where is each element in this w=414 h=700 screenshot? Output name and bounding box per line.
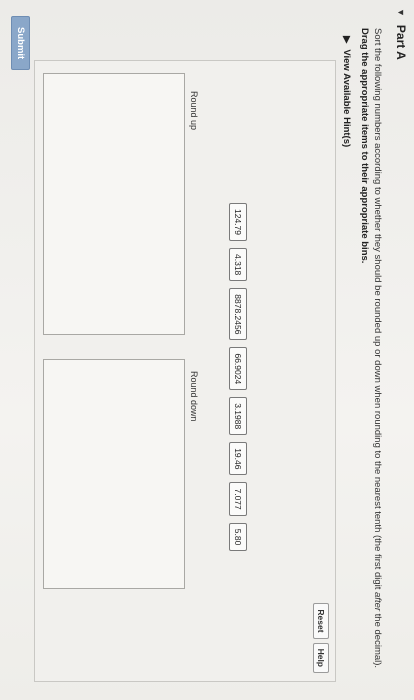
tile-pool: 124.79 4.318 8878.2456 66.9024 3.1988 19… bbox=[229, 203, 247, 552]
round-up-bin[interactable] bbox=[43, 73, 185, 335]
round-down-bin[interactable] bbox=[43, 359, 185, 589]
reset-button[interactable]: Reset bbox=[313, 603, 329, 639]
number-tile[interactable]: 8878.2456 bbox=[229, 288, 247, 341]
instructions-text: Sort the following numbers according to … bbox=[371, 28, 384, 688]
round-up-label: Round up bbox=[189, 91, 199, 131]
number-tile[interactable]: 19.46 bbox=[229, 442, 247, 476]
number-tile[interactable]: 124.79 bbox=[229, 203, 247, 241]
instructions-text-emphasis: after bbox=[372, 592, 383, 612]
number-tile[interactable]: 3.1988 bbox=[229, 397, 247, 436]
collapse-caret-icon[interactable]: ▼ bbox=[396, 8, 406, 17]
panel-controls: Reset Help bbox=[313, 603, 329, 673]
drag-drop-panel: Reset Help 124.79 4.318 8878.2456 66.902… bbox=[34, 60, 336, 682]
instructions-bold: Drag the appropriate items to their appr… bbox=[359, 28, 370, 264]
instructions-text-start: Sort the following numbers according to … bbox=[372, 28, 383, 593]
instructions: Sort the following numbers according to … bbox=[358, 28, 384, 688]
submit-button[interactable]: Submit bbox=[11, 16, 30, 71]
expand-caret-icon: ▶ bbox=[341, 36, 352, 44]
instructions-text-end: the decimal). bbox=[372, 611, 383, 669]
view-hints-label: View Available Hint(s) bbox=[341, 49, 352, 148]
part-title: Part A bbox=[394, 24, 408, 60]
number-tile[interactable]: 4.318 bbox=[229, 248, 247, 282]
view-hints-link[interactable]: ▶ View Available Hint(s) bbox=[341, 36, 352, 147]
question-part: ▼ Part A Sort the following numbers acco… bbox=[0, 0, 414, 700]
help-button[interactable]: Help bbox=[313, 642, 329, 673]
round-down-label: Round down bbox=[189, 371, 199, 422]
number-tile[interactable]: 7.077 bbox=[229, 482, 247, 516]
number-tile[interactable]: 5.80 bbox=[229, 522, 247, 552]
part-header[interactable]: ▼ Part A bbox=[394, 8, 408, 60]
number-tile[interactable]: 66.9024 bbox=[229, 347, 247, 391]
